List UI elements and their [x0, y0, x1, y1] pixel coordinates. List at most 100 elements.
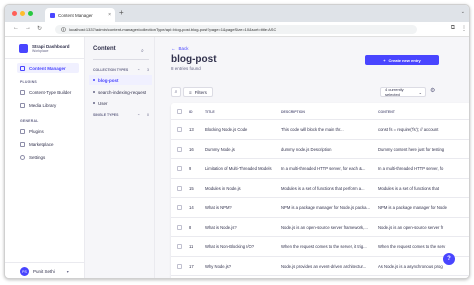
reload-icon[interactable]: ↻: [37, 25, 42, 32]
sidebar-item-settings[interactable]: Settings: [17, 152, 79, 162]
help-button[interactable]: ?: [443, 253, 455, 265]
cell-content: NPM is a package manager for Node: [378, 205, 447, 211]
filter-icon: ≡: [189, 89, 192, 95]
back-label: Back: [178, 46, 189, 51]
table-row[interactable]: 8 What is Node.js? Node.js is an open-sour…: [171, 218, 469, 238]
back-link[interactable]: ← Back: [171, 46, 189, 51]
cell-description: Node.js provides an event-driven archite…: [281, 263, 367, 269]
ctm-item-blog-post[interactable]: blog-post: [89, 75, 152, 85]
browser-menu-icon[interactable]: ⋮: [461, 25, 467, 32]
url-input[interactable]: localhost:1337/admin/content-manager/col…: [55, 25, 417, 34]
row-checkbox[interactable]: [177, 146, 182, 152]
column-header-id[interactable]: ID: [189, 103, 193, 120]
sidebar-item-content-manager[interactable]: Content Manager: [17, 63, 79, 73]
cell-id: 16: [189, 146, 194, 152]
column-header-title[interactable]: TITLE: [205, 103, 215, 120]
feather-icon: [20, 65, 25, 71]
bullet-icon: [93, 102, 95, 104]
collection-chevron-icon[interactable]: ⌃: [137, 68, 140, 73]
cell-title: What is NPM?: [205, 205, 232, 211]
row-select-cell: [177, 257, 182, 277]
browser-tab[interactable]: Content Manager ×: [45, 8, 115, 22]
content-menu-divider: [93, 59, 149, 60]
ctm-item-user[interactable]: User: [89, 98, 152, 108]
sidebar-item-label: Marketplace: [29, 141, 54, 147]
filters-button[interactable]: ≡ Filters: [183, 87, 213, 97]
gear-icon: [20, 154, 25, 160]
plus-icon: +: [383, 57, 386, 63]
bullet-icon: [93, 79, 95, 81]
table-row[interactable]: 13 Blocking Node.js Code This code will bl…: [171, 120, 469, 140]
tab-title: Content Manager: [58, 12, 93, 18]
cell-id: 9: [189, 166, 192, 172]
extensions-icon[interactable]: ⧉: [451, 25, 455, 32]
cell-content: When the request comes to the serv: [378, 244, 446, 250]
row-checkbox[interactable]: [177, 127, 182, 133]
entries-count: 8 entries found: [171, 66, 201, 71]
browser-window: Content Manager × + ⌄ ← → ↻ localhost:13…: [4, 4, 470, 279]
row-select-cell: [177, 218, 182, 238]
column-header-content[interactable]: CONTENT: [378, 103, 395, 120]
gear-icon[interactable]: ⚙: [430, 87, 435, 94]
row-checkbox[interactable]: [177, 166, 182, 172]
search-button[interactable]: ⌕: [171, 87, 181, 97]
ctm-item-label: User: [98, 100, 108, 106]
ctm-item-search-indexing-request[interactable]: search-indexing-request: [89, 87, 152, 97]
sidebar-divider: [5, 58, 84, 59]
cell-description: This code will block the main thr...: [281, 127, 344, 133]
sidebar-item-content-type-builder[interactable]: Content-Type Builder: [17, 87, 79, 97]
columns-select[interactable]: 4 currently selected ⌄: [380, 87, 426, 97]
minimize-window-dot[interactable]: [20, 11, 25, 16]
row-select-cell: [177, 159, 182, 179]
sidebar-item-marketplace[interactable]: Marketplace: [17, 139, 79, 149]
table-row[interactable]: 15 Modules in Node.js Modules is a set of …: [171, 179, 469, 199]
row-checkbox[interactable]: [177, 205, 182, 211]
cell-title: Why Node.js?: [205, 263, 232, 269]
user-menu[interactable]: PS Punit Sethi ▾: [5, 262, 84, 278]
maximize-window-dot[interactable]: [28, 11, 33, 16]
sidebar-item-label: Settings: [29, 154, 46, 160]
table-row[interactable]: 17 Why Node.js? Node.js provides an event-…: [171, 257, 469, 277]
cell-description: Node.js is an open-source server framewo…: [281, 224, 368, 230]
cell-content: Dummy content here just for testing: [378, 146, 445, 152]
table-row[interactable]: 11 What is Non-Blocking I/O? When the requ…: [171, 237, 469, 257]
cell-description: dummy node.js Description: [281, 146, 332, 152]
chevron-down-icon: ⌄: [418, 89, 422, 95]
cell-content: Node.js is an open-source server fr: [378, 224, 444, 230]
close-window-dot[interactable]: [12, 11, 17, 16]
strapi-logo-icon: [19, 44, 28, 53]
search-icon[interactable]: ⌕: [141, 48, 144, 54]
cell-id: 11: [189, 244, 194, 250]
table-row[interactable]: 14 What is NPM? NPM is a package manager f…: [171, 198, 469, 218]
select-all-checkbox[interactable]: [177, 109, 182, 114]
cell-content: Modules is a set of functions that: [378, 185, 439, 191]
row-select-cell: [177, 198, 182, 218]
brand: Strapi Dashboard Workplace: [19, 44, 70, 53]
row-checkbox[interactable]: [177, 244, 182, 250]
row-select-cell: [177, 179, 182, 199]
cell-description: Modules is a set of functions that perfo…: [281, 185, 365, 191]
page-info-icon[interactable]: [61, 27, 66, 32]
bullet-icon: [93, 91, 95, 93]
row-checkbox[interactable]: [177, 263, 182, 269]
row-checkbox[interactable]: [177, 224, 182, 230]
column-header-description[interactable]: DESCRIPTION: [281, 103, 305, 120]
back-icon[interactable]: ←: [13, 25, 19, 31]
sidebar-item-plugins[interactable]: Plugins: [17, 126, 79, 136]
table-row[interactable]: 16 Dummy Node.js dummy node.js Description…: [171, 140, 469, 159]
general-section-title: GENERAL: [20, 119, 39, 123]
collection-types-count: 3: [147, 68, 149, 72]
strapi-favicon-icon: [50, 12, 55, 18]
new-tab-button[interactable]: +: [119, 8, 124, 17]
table-row[interactable]: 9 Limitation of Multi-Threaded Models In a…: [171, 159, 469, 179]
single-chevron-icon[interactable]: ⌃: [137, 113, 140, 118]
forward-icon[interactable]: →: [25, 25, 31, 31]
tab-close-icon[interactable]: ×: [108, 12, 111, 18]
sidebar-item-media-library[interactable]: Media Library: [17, 100, 79, 110]
row-checkbox[interactable]: [177, 185, 182, 191]
tab-list-icon[interactable]: ⌄: [461, 9, 465, 15]
shopping-cart-icon: [20, 141, 25, 147]
create-entry-button[interactable]: + Create new entry: [365, 55, 439, 65]
puzzle-icon: [20, 128, 25, 134]
sidebar-item-label: Content-Type Builder: [29, 89, 72, 95]
